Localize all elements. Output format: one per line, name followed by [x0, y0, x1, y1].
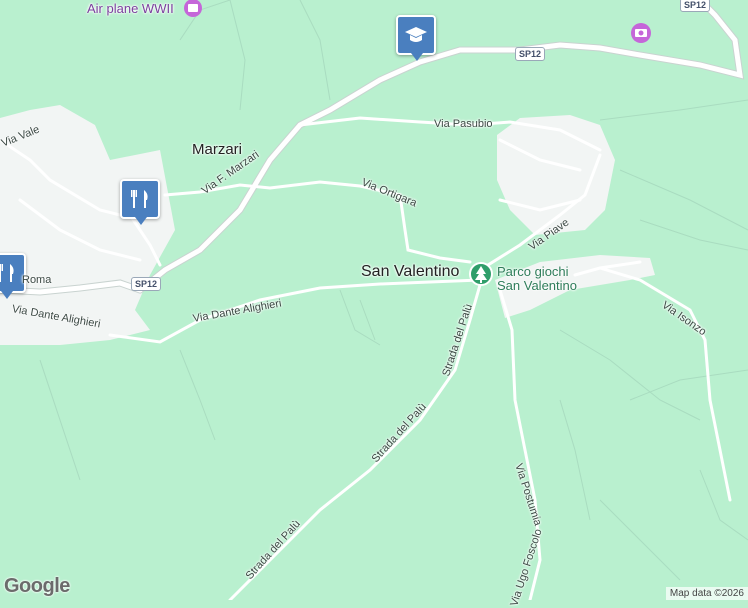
map-data-attribution[interactable]: Map data ©2026: [665, 587, 748, 600]
sp12-shield-left: SP12: [131, 277, 162, 291]
place-san-valentino[interactable]: San Valentino: [361, 263, 459, 281]
road-via-ortigara[interactable]: [268, 180, 472, 264]
poi-parco-giochi[interactable]: Parco giochi San Valentino: [497, 265, 577, 293]
museum-pin-air-plane[interactable]: [184, 0, 202, 17]
restaurant-marker-marzari[interactable]: [120, 179, 160, 225]
poi-air-plane[interactable]: Air plane WWII: [87, 1, 174, 16]
museum-pin-east[interactable]: [631, 23, 651, 43]
road-via-dante[interactable]: [108, 278, 482, 344]
sp12-shield-top: SP12: [515, 47, 546, 61]
playground-pin[interactable]: [469, 262, 493, 286]
sp12-shield-corner: SP12: [680, 0, 711, 12]
restaurant-icon: [0, 264, 14, 282]
google-logo[interactable]: Google: [4, 575, 70, 598]
road-label-via-pasubio: Via Pasubio: [434, 118, 493, 130]
place-marzari[interactable]: Marzari: [192, 141, 242, 158]
school-icon: [405, 27, 427, 42]
museum-icon: [188, 4, 198, 12]
school-marker[interactable]: [396, 15, 436, 61]
restaurant-icon: [131, 190, 148, 208]
road-label-roma: Roma: [22, 274, 52, 286]
restaurant-marker-west[interactable]: [0, 253, 26, 299]
map-canvas[interactable]: [0, 0, 748, 600]
